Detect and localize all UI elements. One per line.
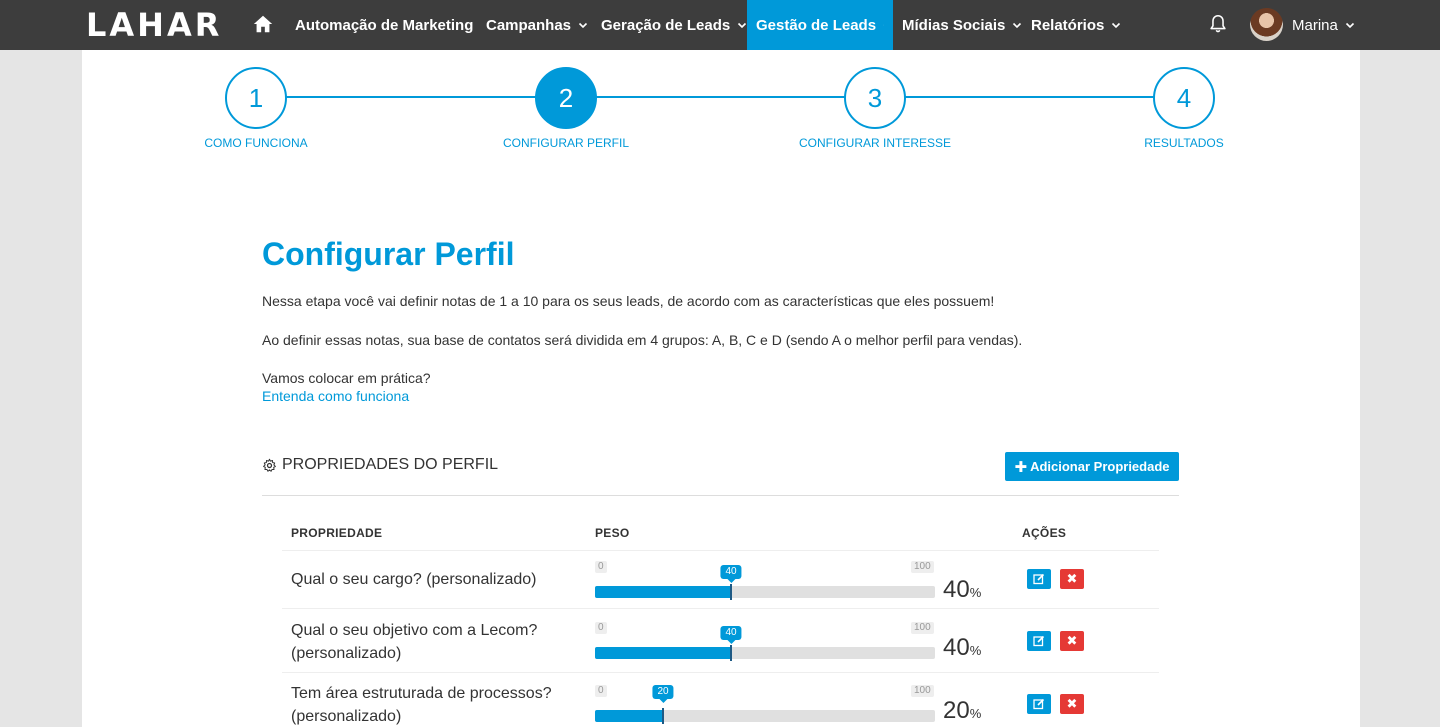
slider-fill — [595, 586, 731, 598]
intro-paragraph-3: Vamos colocar em prática? — [262, 370, 431, 386]
slider-min-label: 0 — [595, 622, 607, 634]
weight-percent: 40% — [943, 576, 982, 603]
page-title: Configurar Perfil — [262, 236, 515, 272]
delete-button[interactable]: ✖ — [1060, 694, 1084, 714]
section-divider — [262, 495, 1179, 496]
gear-icon — [263, 458, 276, 472]
weight-percent-value: 40 — [943, 634, 970, 661]
nav-item-label: Gestão de Leads — [756, 16, 877, 34]
close-icon: ✖ — [1066, 571, 1078, 586]
chevron-down-icon — [1013, 22, 1022, 29]
how-it-works-link[interactable]: Entenda como funciona — [262, 388, 409, 404]
slider-fill — [595, 710, 663, 722]
chevron-down-icon — [1112, 22, 1121, 29]
weight-slider[interactable]: 40 — [595, 565, 935, 600]
slider-handle[interactable] — [662, 708, 664, 724]
table-divider — [282, 550, 1159, 551]
property-name: Tem área estruturada de processos? (pers… — [291, 685, 552, 725]
nav-item-label: Relatórios — [1031, 16, 1105, 34]
intro-paragraph-2: Ao definir essas notas, sua base de cont… — [262, 332, 1023, 348]
top-navbar: LAHAR Automação de Marketing Campanhas G… — [0, 0, 1440, 50]
chevron-down-icon — [1345, 22, 1354, 29]
user-avatar[interactable] — [1250, 8, 1283, 41]
nav-item-relatorios[interactable]: Relatórios — [1022, 0, 1130, 50]
property-name: Qual o seu objetivo com a Lecom? (person… — [291, 622, 538, 662]
edit-button[interactable] — [1027, 569, 1051, 589]
header-property: PROPRIEDADE — [291, 526, 383, 540]
chevron-down-icon — [738, 22, 747, 29]
header-weight: PESO — [595, 526, 630, 540]
step-2-label[interactable]: CONFIGURAR PERFIL — [446, 136, 686, 150]
close-icon: ✖ — [1066, 633, 1078, 648]
delete-button[interactable]: ✖ — [1060, 569, 1084, 589]
weight-percent-value: 20 — [943, 697, 970, 724]
slider-max-label: 100 — [911, 622, 934, 634]
edit-icon — [1033, 635, 1045, 647]
table-row-divider — [282, 672, 1159, 673]
weight-percent: 20% — [943, 697, 982, 724]
intro-paragraph-1: Nessa etapa você vai definir notas de 1 … — [262, 293, 995, 309]
edit-button[interactable] — [1027, 694, 1051, 714]
slider-fill — [595, 647, 731, 659]
step-4-circle[interactable]: 4 — [1153, 67, 1215, 129]
nav-item-gestao-leads[interactable]: Gestão de Leads — [747, 0, 893, 50]
nav-item-geracao-leads[interactable]: Geração de Leads — [592, 0, 756, 50]
step-1-label[interactable]: COMO FUNCIONA — [136, 136, 376, 150]
nav-item-automacao[interactable]: Automação de Marketing — [286, 0, 482, 50]
edit-button[interactable] — [1027, 631, 1051, 651]
user-menu[interactable]: Marina — [1292, 0, 1355, 50]
edit-icon — [1033, 698, 1045, 710]
property-name: Qual o seu cargo? (personalizado) — [291, 571, 537, 588]
slider-max-label: 100 — [911, 561, 934, 573]
table-row-divider — [282, 608, 1159, 609]
step-3-circle[interactable]: 3 — [844, 67, 906, 129]
slider-value-bubble: 40 — [720, 626, 742, 644]
slider-handle[interactable] — [730, 645, 732, 661]
chevron-down-icon — [883, 24, 884, 26]
close-icon: ✖ — [1066, 696, 1078, 711]
slider-max-label: 100 — [911, 685, 934, 697]
nav-item-label: Geração de Leads — [601, 16, 731, 34]
step-3-label[interactable]: CONFIGURAR INTERESSE — [755, 136, 995, 150]
header-actions: AÇÕES — [1022, 526, 1067, 540]
chevron-down-icon — [578, 22, 588, 29]
delete-button[interactable]: ✖ — [1060, 631, 1084, 651]
home-icon[interactable] — [252, 13, 274, 35]
stepper-line — [256, 96, 1184, 98]
nav-item-midias-sociais[interactable]: Mídias Sociais — [893, 0, 1031, 50]
weight-percent-value: 40 — [943, 576, 970, 603]
nav-item-label: Automação de Marketing — [295, 16, 474, 34]
edit-icon — [1033, 573, 1045, 585]
slider-value-bubble: 40 — [720, 565, 742, 583]
plus-icon: ✚ — [1014, 458, 1028, 476]
nav-item-label: Mídias Sociais — [902, 16, 1006, 34]
user-name-label: Marina — [1292, 16, 1338, 34]
slider-min-label: 0 — [595, 561, 607, 573]
weight-slider[interactable]: 40 — [595, 626, 935, 661]
slider-value-bubble: 20 — [652, 685, 674, 703]
weight-slider[interactable]: 20 — [595, 685, 935, 724]
section-title-text: PROPRIEDADES DO PERFIL — [282, 456, 499, 473]
lahar-logo[interactable]: LAHAR — [86, 6, 222, 44]
slider-handle[interactable] — [730, 584, 732, 600]
bell-icon[interactable] — [1207, 13, 1229, 35]
nav-item-campanhas[interactable]: Campanhas — [477, 0, 597, 50]
step-4-label[interactable]: RESULTADOS — [1064, 136, 1304, 150]
weight-percent: 40% — [943, 634, 982, 661]
main-content: 1 COMO FUNCIONA 2 CONFIGURAR PERFIL 3 CO… — [82, 50, 1360, 727]
nav-item-label: Campanhas — [486, 16, 572, 34]
step-1-circle[interactable]: 1 — [225, 67, 287, 129]
step-2-circle[interactable]: 2 — [535, 67, 597, 129]
add-property-label: Adicionar Propriedade — [1030, 459, 1170, 474]
slider-min-label: 0 — [595, 685, 607, 697]
properties-section-title: PROPRIEDADES DO PERFIL — [262, 456, 498, 474]
add-property-button[interactable]: ✚ Adicionar Propriedade — [1005, 452, 1179, 481]
